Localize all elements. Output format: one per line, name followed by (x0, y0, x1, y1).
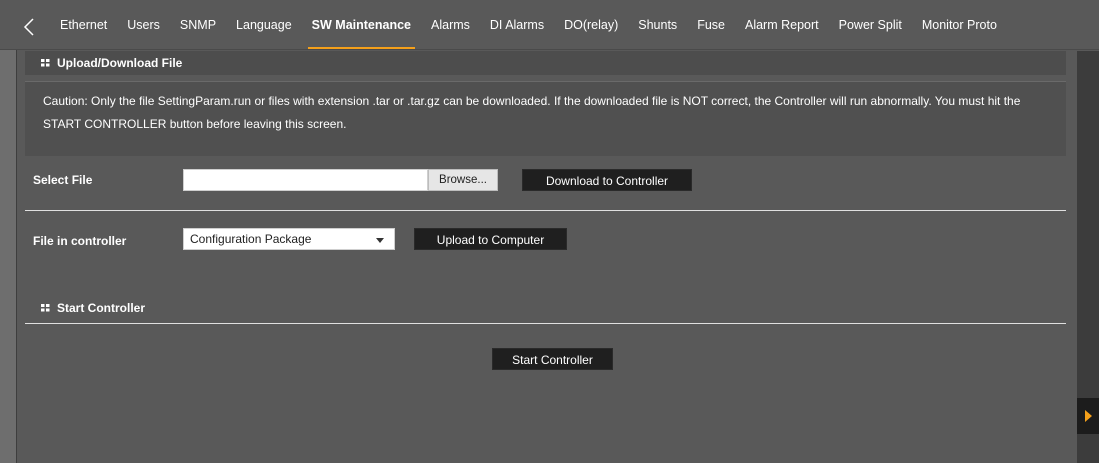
tab-power-split[interactable]: Power Split (829, 0, 912, 49)
select-file-row: Select File Browse... Download to Contro… (25, 169, 1066, 207)
file-path-input[interactable] (183, 169, 428, 191)
left-rail (0, 0, 16, 463)
chevron-left-icon[interactable] (22, 17, 36, 37)
section-title-upload-download: Upload/Download File (25, 51, 1066, 75)
tab-language[interactable]: Language (226, 0, 302, 49)
tab-bar: Ethernet Users SNMP Language SW Maintena… (0, 0, 1099, 50)
divider (25, 210, 1066, 211)
file-type-select-value: Configuration Package (190, 232, 312, 246)
tab-sw-maintenance[interactable]: SW Maintenance (302, 0, 421, 49)
tab-alarms[interactable]: Alarms (421, 0, 480, 49)
content-area: Upload/Download File Caution: Only the f… (25, 51, 1066, 463)
grid-icon (41, 59, 50, 67)
section-title-label: Start Controller (57, 301, 146, 315)
tab-shunts[interactable]: Shunts (628, 0, 687, 49)
grid-icon (41, 304, 50, 312)
caution-message: Caution: Only the file SettingParam.run … (25, 81, 1066, 156)
divider (25, 323, 1066, 324)
tab-ethernet[interactable]: Ethernet (50, 0, 117, 49)
select-file-label: Select File (33, 173, 93, 187)
tabs: Ethernet Users SNMP Language SW Maintena… (50, 0, 1007, 49)
browse-button[interactable]: Browse... (428, 169, 498, 191)
file-in-controller-label: File in controller (33, 234, 127, 248)
tab-users[interactable]: Users (117, 0, 170, 49)
section-title-label: Upload/Download File (57, 56, 183, 70)
tab-fuse[interactable]: Fuse (687, 0, 735, 49)
triangle-right-icon[interactable] (1077, 398, 1099, 434)
chevron-down-icon (376, 238, 384, 243)
tab-do-relay[interactable]: DO(relay) (554, 0, 628, 49)
start-controller-button[interactable]: Start Controller (492, 348, 613, 370)
tab-monitor-protocol[interactable]: Monitor Proto (912, 0, 1007, 49)
file-type-select[interactable]: Configuration Package (183, 228, 395, 250)
section-title-start-controller: Start Controller (25, 296, 1066, 320)
upload-to-computer-button[interactable]: Upload to Computer (414, 228, 567, 250)
tab-snmp[interactable]: SNMP (170, 0, 226, 49)
download-to-controller-button[interactable]: Download to Controller (522, 169, 692, 191)
tab-alarm-report[interactable]: Alarm Report (735, 0, 829, 49)
tab-di-alarms[interactable]: DI Alarms (480, 0, 554, 49)
file-in-controller-row: File in controller Configuration Package… (25, 228, 1066, 266)
